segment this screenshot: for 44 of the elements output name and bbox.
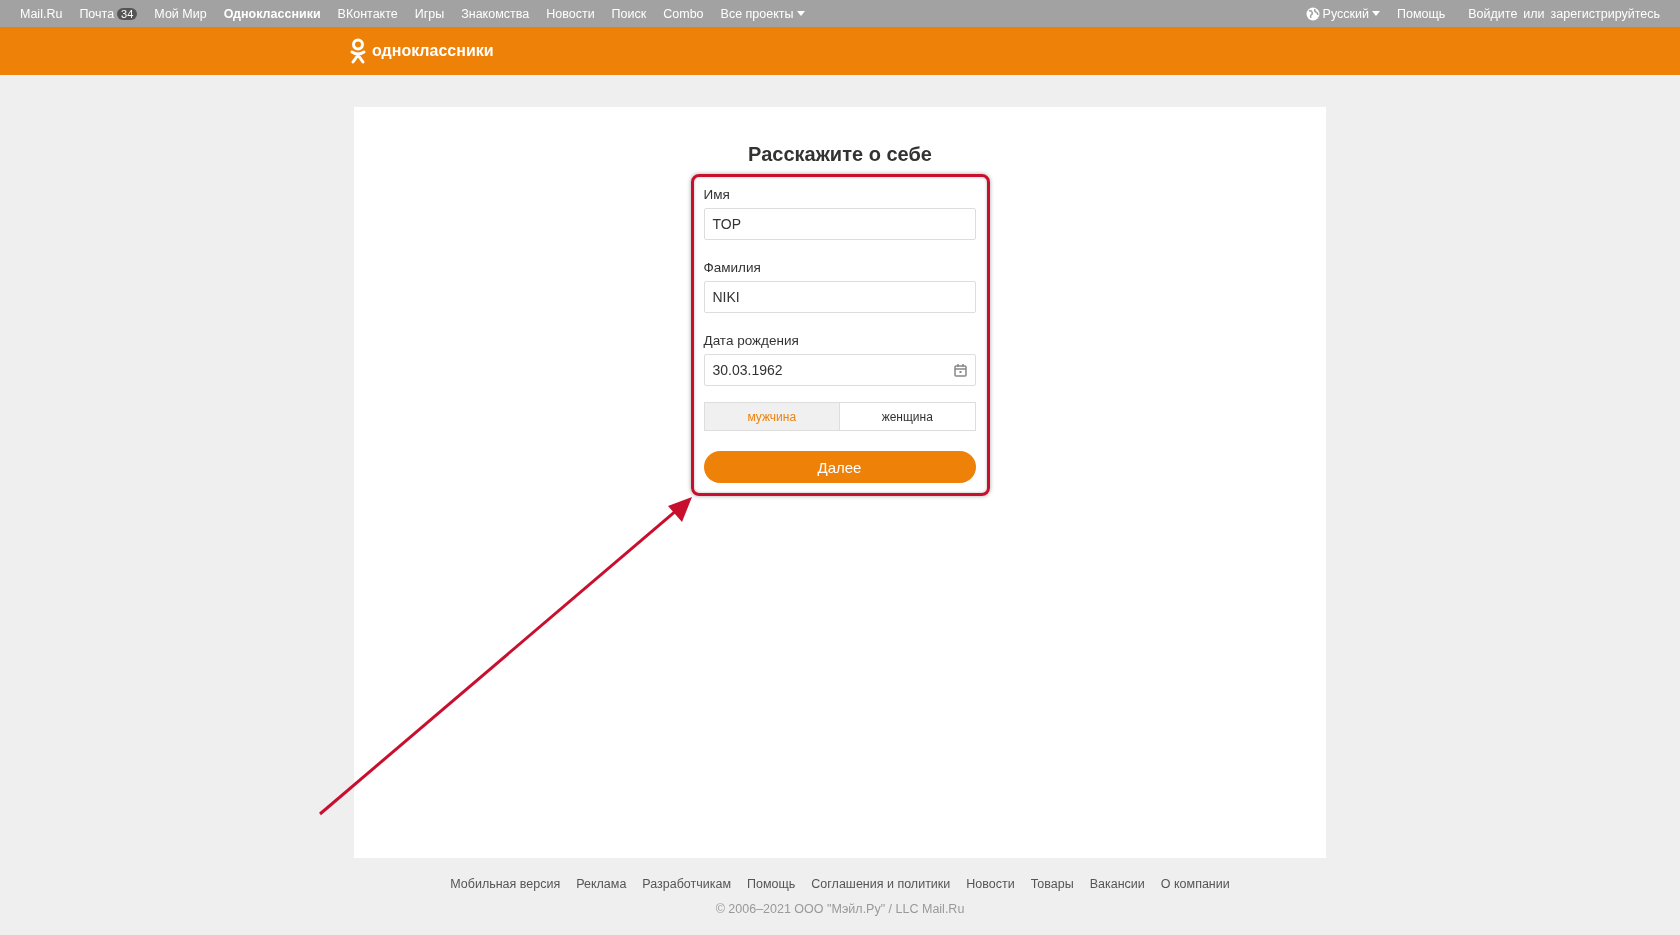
- caret-icon: [1371, 11, 1380, 16]
- count-badge: 34: [117, 7, 138, 20]
- help-link[interactable]: Помощь: [1396, 6, 1446, 21]
- next-button[interactable]: Далее: [703, 451, 976, 483]
- footer-link[interactable]: Разработчикам: [642, 877, 732, 891]
- footer-link[interactable]: Мобильная версия: [450, 877, 561, 891]
- footer-link[interactable]: Товары: [1030, 877, 1074, 891]
- footer-link[interactable]: О компании: [1160, 877, 1230, 891]
- footer-link[interactable]: Соглашения и политики: [811, 877, 951, 891]
- footer-link[interactable]: Помощь: [747, 877, 796, 891]
- copyright-text: © 2006–2021 ООО "Мэйл.Ру" / LLC Mail.Ru: [715, 902, 965, 916]
- calendar-icon[interactable]: [953, 363, 967, 377]
- nav-link[interactable]: Новости: [546, 6, 595, 21]
- or-text: или: [1523, 6, 1545, 21]
- footer-link[interactable]: Новости: [966, 877, 1015, 891]
- form-title: Расскажите о себе: [748, 143, 932, 166]
- field-label: Дата рождения: [703, 333, 800, 348]
- language-selector[interactable]: Русский: [1305, 6, 1380, 21]
- register-link[interactable]: зарегистрируйтесь: [1550, 6, 1660, 21]
- field-value: 30.03.1962: [712, 362, 783, 378]
- logo-icon: [350, 38, 366, 64]
- nav-link[interactable]: Combo: [663, 6, 704, 21]
- gender-option[interactable]: мужчина: [704, 403, 839, 430]
- input-field[interactable]: NIKI: [703, 281, 976, 313]
- input-field[interactable]: TOP: [703, 208, 976, 240]
- field-label: Фамилия: [703, 260, 762, 275]
- nav-link[interactable]: Мой Мир: [154, 6, 207, 21]
- nav-link[interactable]: Mail.Ru: [20, 6, 63, 21]
- nav-link[interactable]: Все проекты: [720, 6, 805, 21]
- login-link[interactable]: Войдите: [1468, 6, 1518, 21]
- input-field[interactable]: 30.03.1962: [703, 354, 976, 386]
- nav-link[interactable]: Игры: [414, 6, 445, 21]
- logo-text: одноклассники: [372, 42, 494, 60]
- globe-icon: [1305, 6, 1320, 21]
- nav-link[interactable]: Одноклассники: [223, 6, 321, 21]
- nav-link[interactable]: Знакомства: [461, 6, 530, 21]
- nav-link[interactable]: ВКонтакте: [337, 6, 398, 21]
- footer-link[interactable]: Вакансии: [1089, 877, 1145, 891]
- field-value: NIKI: [712, 289, 740, 305]
- field-label: Имя: [703, 187, 731, 202]
- footer-link[interactable]: Реклама: [576, 877, 627, 891]
- nav-link[interactable]: Почта 34: [79, 6, 138, 21]
- field-value: TOP: [712, 216, 742, 232]
- nav-link[interactable]: Поиск: [611, 6, 647, 21]
